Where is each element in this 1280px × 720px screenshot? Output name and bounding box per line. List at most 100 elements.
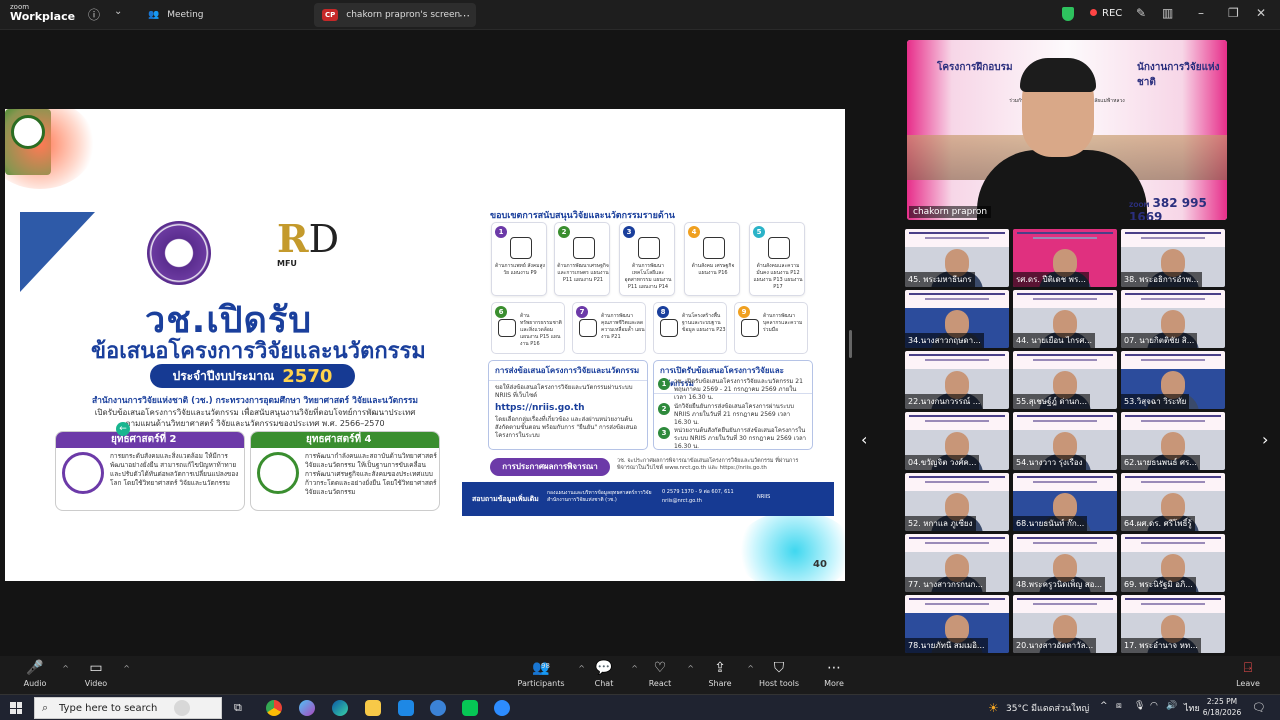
search-highlight-icon[interactable] bbox=[174, 700, 190, 716]
close-icon[interactable]: ✕ bbox=[1256, 6, 1266, 20]
participant-video-tile[interactable]: 38. พระอธิการอำพ... bbox=[1121, 229, 1225, 287]
panel-splitter-handle[interactable] bbox=[849, 330, 852, 358]
chrome-icon[interactable] bbox=[266, 700, 282, 716]
banner-stripe bbox=[1125, 354, 1221, 356]
card-label: ด้านการพัฒนาคุณภาพชีวิตและลดความเหลื่อมล… bbox=[601, 313, 645, 340]
chevron-down-icon[interactable]: ⌄ bbox=[114, 6, 122, 17]
environment-icon bbox=[498, 319, 516, 337]
participant-video-tile[interactable]: 52. หกาแล ภูเซียง bbox=[905, 473, 1009, 531]
budget-label: ประจำปีงบประมาณ bbox=[172, 368, 275, 383]
audio-button[interactable]: 🎤 Audio ^ bbox=[5, 660, 69, 688]
contact-title: สอบถามข้อมูลเพิ่มเติม bbox=[472, 495, 539, 503]
strategy-2-card: ยุทธศาสตร์ที่ 2 การยกระดับสังคมและสิ่งแว… bbox=[55, 431, 245, 511]
gallery-prev-arrow-icon[interactable]: ‹ bbox=[861, 430, 867, 449]
host-tools-button[interactable]: ⛉ Host tools bbox=[749, 660, 809, 688]
participant-name-label: รศ.ดร. ปีติเดช พร... bbox=[1013, 272, 1089, 287]
weather-text[interactable]: 35°C มีแดดส่วนใหญ่ bbox=[1006, 701, 1089, 715]
video-camera-icon: ▭ bbox=[89, 660, 103, 676]
chevron-up-icon[interactable]: ^ bbox=[123, 664, 130, 673]
language-indicator[interactable]: ไทย bbox=[1184, 701, 1200, 715]
react-button[interactable]: ♡ React ^ bbox=[630, 660, 694, 688]
chat-button[interactable]: 💬 Chat ^ bbox=[574, 660, 638, 688]
card-label: ด้านการแพทย์ สังคมสูงวัย แผนงาน P9 bbox=[495, 263, 545, 276]
zoom-icon[interactable] bbox=[494, 700, 510, 716]
more-button[interactable]: ⋯ More bbox=[804, 660, 864, 688]
banner-stripe bbox=[1033, 298, 1097, 300]
volume-icon[interactable]: 🔊 bbox=[1166, 701, 1177, 711]
participant-video-tile[interactable]: 68.นายธนันท์ ก๊ก... bbox=[1013, 473, 1117, 531]
more-icon[interactable]: ⋯ bbox=[459, 9, 470, 22]
growth-chart-icon bbox=[573, 237, 595, 259]
banner-stripe bbox=[1017, 476, 1113, 478]
annotate-pen-icon[interactable]: ✎ bbox=[1136, 6, 1146, 20]
participant-video-tile[interactable]: 07. นายกิตติชัย สิ... bbox=[1121, 290, 1225, 348]
host-video-tile[interactable]: โครงการฝึกอบรม นักงานการวิจัยแห่งชาติ ร่… bbox=[907, 40, 1227, 220]
scope-card: 8 ด้านโครงสร้างพื้นฐานและระบบฐานข้อมูล แ… bbox=[653, 302, 727, 354]
participant-video-tile[interactable]: 45. พระมหาธีนกร bbox=[905, 229, 1009, 287]
video-button[interactable]: ▭ Video ^ bbox=[66, 660, 130, 688]
video-label: Video bbox=[84, 679, 108, 688]
participant-video-tile[interactable]: 44. นายเยือน ไกรศ... bbox=[1013, 290, 1117, 348]
participant-video-tile[interactable]: 77. นางสาวกรกนก... bbox=[905, 534, 1009, 592]
minimize-icon[interactable]: – bbox=[1198, 6, 1204, 20]
participant-video-tile[interactable]: รศ.ดร. ปีติเดช พร... bbox=[1013, 229, 1117, 287]
banner-stripe bbox=[1033, 359, 1097, 361]
browser-icon[interactable] bbox=[430, 700, 446, 716]
taskbar-search[interactable]: ⌕ Type here to search bbox=[34, 697, 222, 719]
step-text: นักวิจัยยืนยันการส่งข้อเสนอโครงการผ่านระ… bbox=[674, 403, 794, 426]
gallery-next-arrow-icon[interactable]: › bbox=[1262, 430, 1268, 449]
tray-chevron-icon[interactable]: ^ bbox=[1100, 701, 1108, 711]
restore-icon[interactable]: ❐ bbox=[1228, 6, 1239, 20]
taskbar-clock[interactable]: 2:25 PM 6/18/2026 bbox=[1200, 696, 1244, 718]
windows-taskbar: ⌕ Type here to search ⧉ ☀ 35°C มีแดดส่วน… bbox=[0, 694, 1280, 720]
participant-video-tile[interactable]: 48.พระครูวนิดเพ็ญ สอ... bbox=[1013, 534, 1117, 592]
edge-icon[interactable] bbox=[332, 700, 348, 716]
participant-video-tile[interactable]: 55.สุเชษฐ์ฎ์ ด่านก... bbox=[1013, 351, 1117, 409]
participant-video-tile[interactable]: 69. พระนิรัฐมิ อภิ... bbox=[1121, 534, 1225, 592]
info-icon[interactable]: ⓘ bbox=[88, 6, 100, 23]
microphone-icon[interactable]: 🎙 bbox=[1134, 701, 1145, 711]
copilot-icon[interactable] bbox=[299, 700, 315, 716]
participant-video-tile[interactable]: 54.นางวาว รุ่งเรือง bbox=[1013, 412, 1117, 470]
participant-video-tile[interactable]: 20.นางสาวอัตตาวัล... bbox=[1013, 595, 1117, 653]
wifi-icon[interactable]: ◠ bbox=[1150, 701, 1158, 711]
banner-stripe bbox=[1017, 598, 1113, 600]
share-avatar-badge: CP bbox=[322, 9, 339, 21]
tab-shared-screen[interactable]: CP chakorn prapron's screen ⋯ bbox=[314, 3, 476, 27]
security-shield-icon[interactable] bbox=[1062, 7, 1074, 21]
participant-video-tile[interactable]: 22.นางกนกวรรณ์ ... bbox=[905, 351, 1009, 409]
clock-date: 6/18/2026 bbox=[1202, 708, 1242, 717]
task-view-icon[interactable]: ⧉ bbox=[234, 701, 242, 715]
participant-video-tile[interactable]: 62.นายธนพนธ์ ศร... bbox=[1121, 412, 1225, 470]
participant-video-tile[interactable]: 34.นางสาวกฤษดา... bbox=[905, 290, 1009, 348]
outlook-icon[interactable] bbox=[398, 700, 414, 716]
participant-video-tile[interactable]: 64.ผศ.ดร. ศรีโพธิ์รู้ bbox=[1121, 473, 1225, 531]
participant-video-tile[interactable]: 53.วิสุจฉา วิระทัย bbox=[1121, 351, 1225, 409]
budget-year-badge: ประจำปีงบประมาณ 2570 bbox=[150, 364, 355, 388]
card-label: ด้านสังคมและความมั่นคง แผนงาน P12 แผนงาน… bbox=[753, 263, 803, 290]
share-button[interactable]: ⇪ Share ^ bbox=[690, 660, 754, 688]
banner-stripe bbox=[1033, 542, 1097, 544]
participant-video-tile[interactable]: 17. พระอำนาจ หท... bbox=[1121, 595, 1225, 653]
participant-name-label: 53.วิสุจฉา วิระทัย bbox=[1121, 394, 1190, 409]
rec-label: REC bbox=[1102, 8, 1123, 19]
contact-details: 0 2579 1370 - 9 ต่อ 607, 611 nriis@nrct.… bbox=[662, 488, 752, 506]
file-explorer-icon[interactable] bbox=[365, 700, 381, 716]
tray-app-icon[interactable]: ⧈ bbox=[1116, 701, 1122, 711]
recording-indicator[interactable]: REC bbox=[1090, 8, 1122, 19]
view-layout-icon[interactable]: ▥ bbox=[1162, 6, 1173, 20]
line-icon[interactable] bbox=[462, 700, 478, 716]
participant-name-label: 38. พระอธิการอำพ... bbox=[1121, 272, 1202, 287]
participant-video-tile[interactable]: 78.นายภัทนี สมเมอิ... bbox=[905, 595, 1009, 653]
banner-stripe bbox=[909, 293, 1005, 295]
host-name-label: chakorn prapron bbox=[909, 206, 992, 218]
card-label: ด้านโครงสร้างพื้นฐานและระบบฐานข้อมูล แผน… bbox=[682, 313, 726, 333]
windows-start-icon[interactable] bbox=[10, 702, 22, 714]
participant-video-tile[interactable]: 04.ขวัญจิต วงศ์ค... bbox=[905, 412, 1009, 470]
banner-stripe bbox=[925, 359, 989, 361]
notification-icon[interactable]: 🗨 bbox=[1252, 701, 1266, 714]
tab-meeting[interactable]: 👥 Meeting bbox=[140, 3, 310, 27]
leave-button[interactable]: ⍈ Leave bbox=[1218, 660, 1278, 688]
mfu-research-logo: RD MFU bbox=[277, 219, 339, 285]
banner-stripe bbox=[909, 415, 1005, 417]
